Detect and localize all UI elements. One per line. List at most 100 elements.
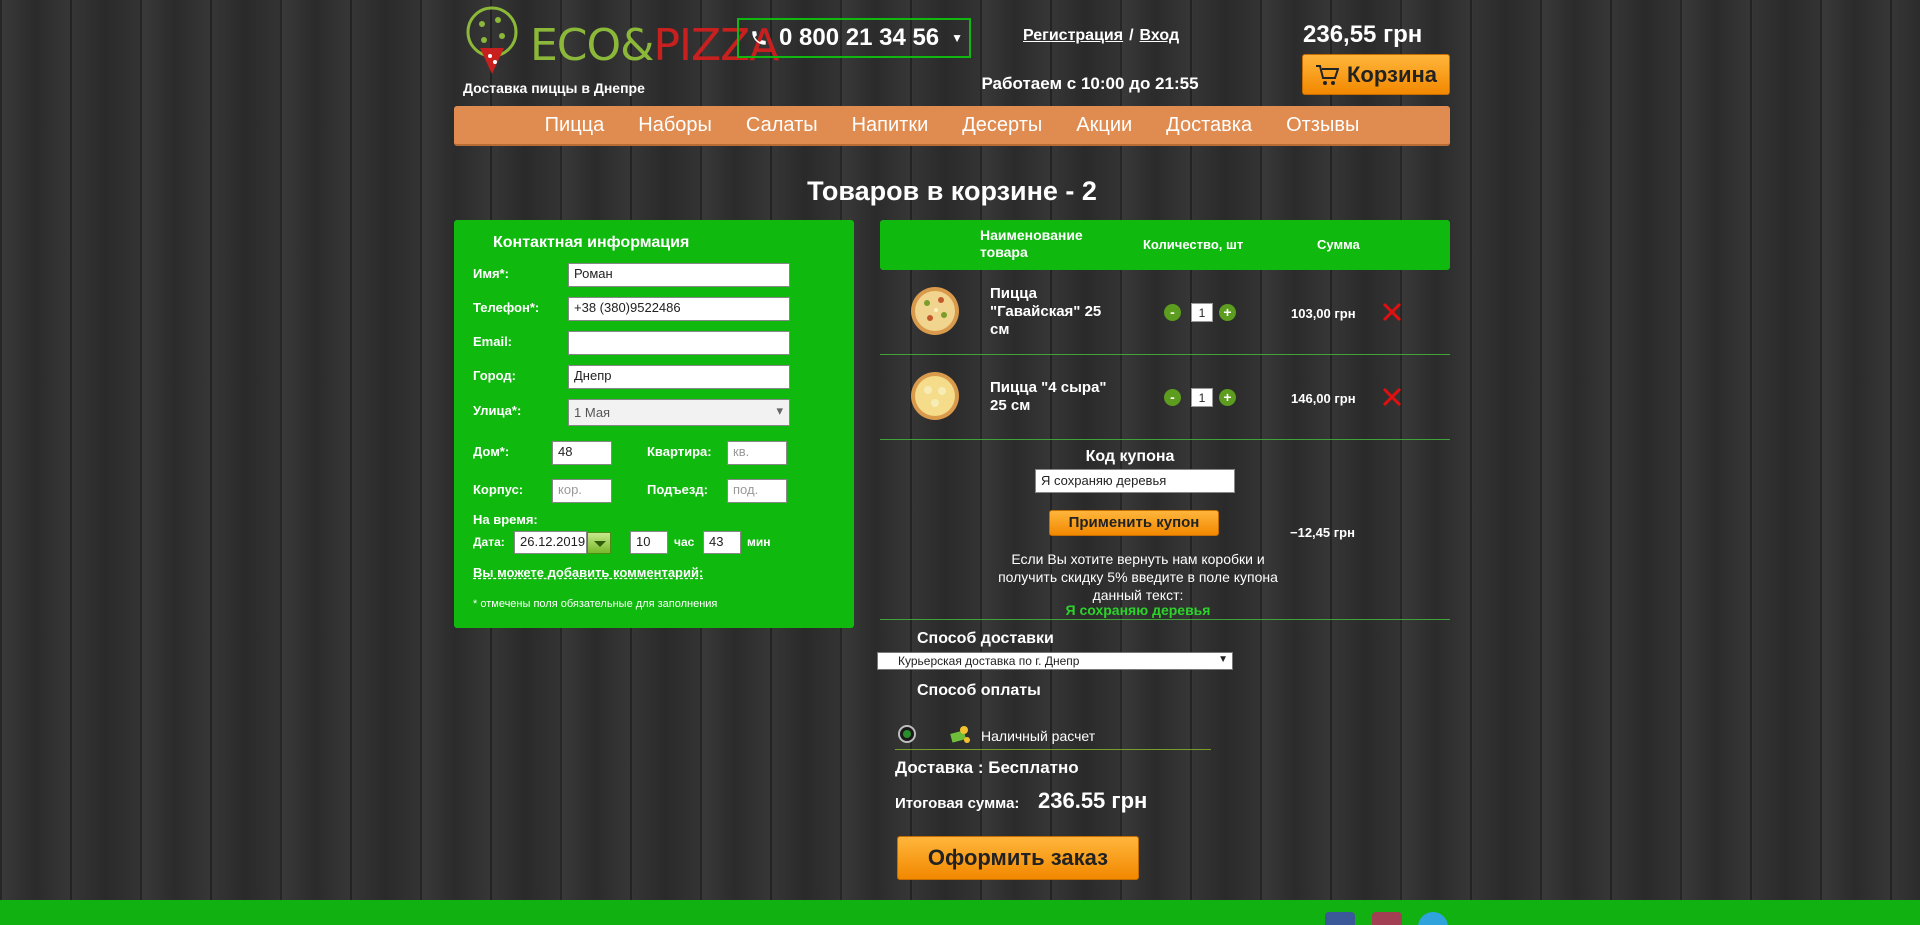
city-field[interactable]: Днепр bbox=[568, 365, 790, 389]
auth-links: Регистрация / Вход bbox=[1023, 27, 1179, 45]
entrance-label: Подъезд: bbox=[647, 482, 708, 497]
cart-button-label: Корзина bbox=[1347, 61, 1437, 87]
nav-reviews[interactable]: Отзывы bbox=[1269, 114, 1376, 137]
date-label: Дата: bbox=[473, 535, 505, 549]
street-select-value: 1 Мая bbox=[574, 405, 611, 420]
page-title: Товаров в корзине - 2 bbox=[807, 176, 1097, 206]
payment-label: Наличный расчет bbox=[981, 728, 1096, 744]
street-label: Улица*: bbox=[473, 403, 522, 418]
total-label: Итоговая сумма: bbox=[895, 795, 1020, 812]
apply-coupon-button[interactable]: Применить купон bbox=[1049, 510, 1219, 536]
nav-sets[interactable]: Наборы bbox=[621, 114, 729, 137]
total-value: 236.55 грн bbox=[1038, 788, 1148, 813]
coupon-info: Если Вы хотите вернуть нам коробки и пол… bbox=[998, 551, 1278, 603]
working-hours: Работаем с 10:00 до 21:55 bbox=[981, 74, 1199, 93]
phone-dropdown[interactable]: 0 800 21 34 56 ▼ bbox=[737, 18, 971, 58]
date-field[interactable]: 26.12.2019 bbox=[514, 531, 587, 554]
logo-eco: ECO bbox=[530, 20, 621, 71]
main-nav: Пицца Наборы Салаты Напитки Десерты Акци… bbox=[454, 106, 1450, 146]
contact-title: Контактная информация bbox=[493, 234, 690, 251]
coupon-title: Код купона bbox=[1085, 448, 1175, 465]
quantity-field[interactable]: 1 bbox=[1191, 388, 1213, 407]
page: ECO&PIZZA Доставка пиццы в Днепре 0 800 … bbox=[454, 0, 1450, 900]
hour-label: час bbox=[674, 535, 695, 549]
coupon-code-hint: Я сохраняю деревья bbox=[1065, 602, 1211, 618]
delivery-method-value: Курьерская доставка по г. Днепр bbox=[898, 654, 1080, 668]
delete-icon[interactable] bbox=[1382, 387, 1402, 407]
pizza-logo-icon bbox=[466, 6, 518, 74]
cart-icon bbox=[1316, 64, 1339, 85]
telegram-icon[interactable] bbox=[1418, 912, 1448, 925]
date-picker-button[interactable] bbox=[587, 532, 611, 554]
block-field[interactable]: кор. bbox=[552, 479, 612, 503]
name-label: Имя*: bbox=[473, 266, 509, 281]
column-sum: Сумма bbox=[1317, 237, 1360, 252]
pizza-4-cheese-image bbox=[911, 372, 959, 420]
nav-delivery[interactable]: Доставка bbox=[1149, 114, 1269, 137]
nav-salads[interactable]: Салаты bbox=[729, 114, 835, 137]
email-field[interactable] bbox=[568, 331, 790, 355]
payment-option-cash[interactable]: Наличный расчет bbox=[895, 720, 1211, 750]
register-link[interactable]: Регистрация bbox=[1023, 27, 1123, 44]
tagline: Доставка пиццы в Днепре bbox=[463, 80, 645, 96]
phone-number: 0 800 21 34 56 bbox=[779, 24, 940, 51]
house-field[interactable]: 48 bbox=[552, 441, 612, 465]
cart-button[interactable]: Корзина bbox=[1302, 54, 1450, 95]
increase-quantity-button[interactable]: + bbox=[1219, 304, 1236, 321]
name-field[interactable]: Роман bbox=[568, 263, 790, 287]
nav-promotions[interactable]: Акции bbox=[1059, 114, 1149, 137]
decrease-quantity-button[interactable]: - bbox=[1164, 304, 1181, 321]
place-order-button[interactable]: Оформить заказ bbox=[897, 836, 1139, 880]
increase-quantity-button[interactable]: + bbox=[1219, 389, 1236, 406]
phone-field[interactable]: +38 (380)9522486 bbox=[568, 297, 790, 321]
item-name: Пицца "Гавайская" 25 см bbox=[990, 285, 1102, 338]
cart-header: Наименование товара Количество, шт Сумма bbox=[880, 220, 1450, 270]
minute-label: мин bbox=[747, 535, 771, 549]
nav-pizza[interactable]: Пицца bbox=[528, 114, 622, 137]
delivery-method-title: Способ доставки bbox=[917, 630, 1054, 647]
payment-method-title: Способ оплаты bbox=[917, 682, 1041, 699]
footer bbox=[0, 900, 1920, 925]
email-label: Email: bbox=[473, 334, 513, 349]
apartment-label: Квартира: bbox=[647, 444, 712, 459]
header-cart-total: 236,55 грн bbox=[1303, 21, 1423, 48]
delete-icon[interactable] bbox=[1382, 302, 1402, 322]
auth-separator: / bbox=[1129, 27, 1134, 44]
phone-label: Телефон*: bbox=[473, 300, 540, 315]
cash-icon bbox=[950, 726, 970, 743]
coupon-input[interactable]: Я сохраняю деревья bbox=[1035, 469, 1235, 493]
apartment-field[interactable]: кв. bbox=[727, 441, 787, 465]
quantity-field[interactable]: 1 bbox=[1191, 303, 1213, 322]
item-sum: 103,00 грн bbox=[1291, 306, 1356, 321]
facebook-icon[interactable] bbox=[1325, 912, 1355, 925]
delivery-method-select[interactable]: Курьерская доставка по г. Днепр bbox=[877, 652, 1233, 670]
column-name: Наименование товара bbox=[980, 227, 1083, 260]
pizza-hawaiian-image bbox=[911, 287, 959, 335]
payment-radio[interactable] bbox=[898, 725, 916, 743]
phone-icon bbox=[752, 31, 766, 45]
nav-desserts[interactable]: Десерты bbox=[945, 114, 1059, 137]
coupon-section: Код купона Я сохраняю деревья Применить … bbox=[880, 440, 1450, 620]
street-select[interactable]: 1 Мая bbox=[568, 399, 790, 426]
minute-field[interactable]: 43 bbox=[703, 531, 741, 554]
nav-drinks[interactable]: Напитки bbox=[835, 114, 946, 137]
instagram-icon[interactable] bbox=[1372, 912, 1402, 925]
delivery-cost: Доставка : Бесплатно bbox=[895, 758, 1079, 777]
city-label: Город: bbox=[473, 368, 516, 383]
login-link[interactable]: Вход bbox=[1140, 27, 1180, 44]
entrance-field[interactable]: под. bbox=[727, 479, 787, 503]
cart-item: Пицца "Гавайская" 25 см - 1 + 103,00 грн bbox=[880, 270, 1450, 355]
item-name: Пицца "4 сыра" 25 см bbox=[990, 379, 1107, 414]
item-sum: 146,00 грн bbox=[1291, 391, 1356, 406]
house-label: Дом*: bbox=[473, 444, 510, 459]
chevron-down-icon: ▼ bbox=[951, 31, 964, 45]
time-label: На время: bbox=[473, 512, 538, 527]
hour-field[interactable]: 10 bbox=[630, 531, 668, 554]
coupon-discount: −12,45 грн bbox=[1290, 525, 1355, 540]
cart-item: Пицца "4 сыра" 25 см - 1 + 146,00 грн bbox=[880, 355, 1450, 440]
logo-amp: & bbox=[620, 20, 654, 71]
add-comment-link[interactable]: Вы можете добавить комментарий: bbox=[473, 565, 703, 580]
contact-form: Контактная информация Имя*: Роман Телефо… bbox=[454, 220, 854, 628]
required-note: * отмечены поля обязательные для заполне… bbox=[473, 598, 718, 610]
decrease-quantity-button[interactable]: - bbox=[1164, 389, 1181, 406]
